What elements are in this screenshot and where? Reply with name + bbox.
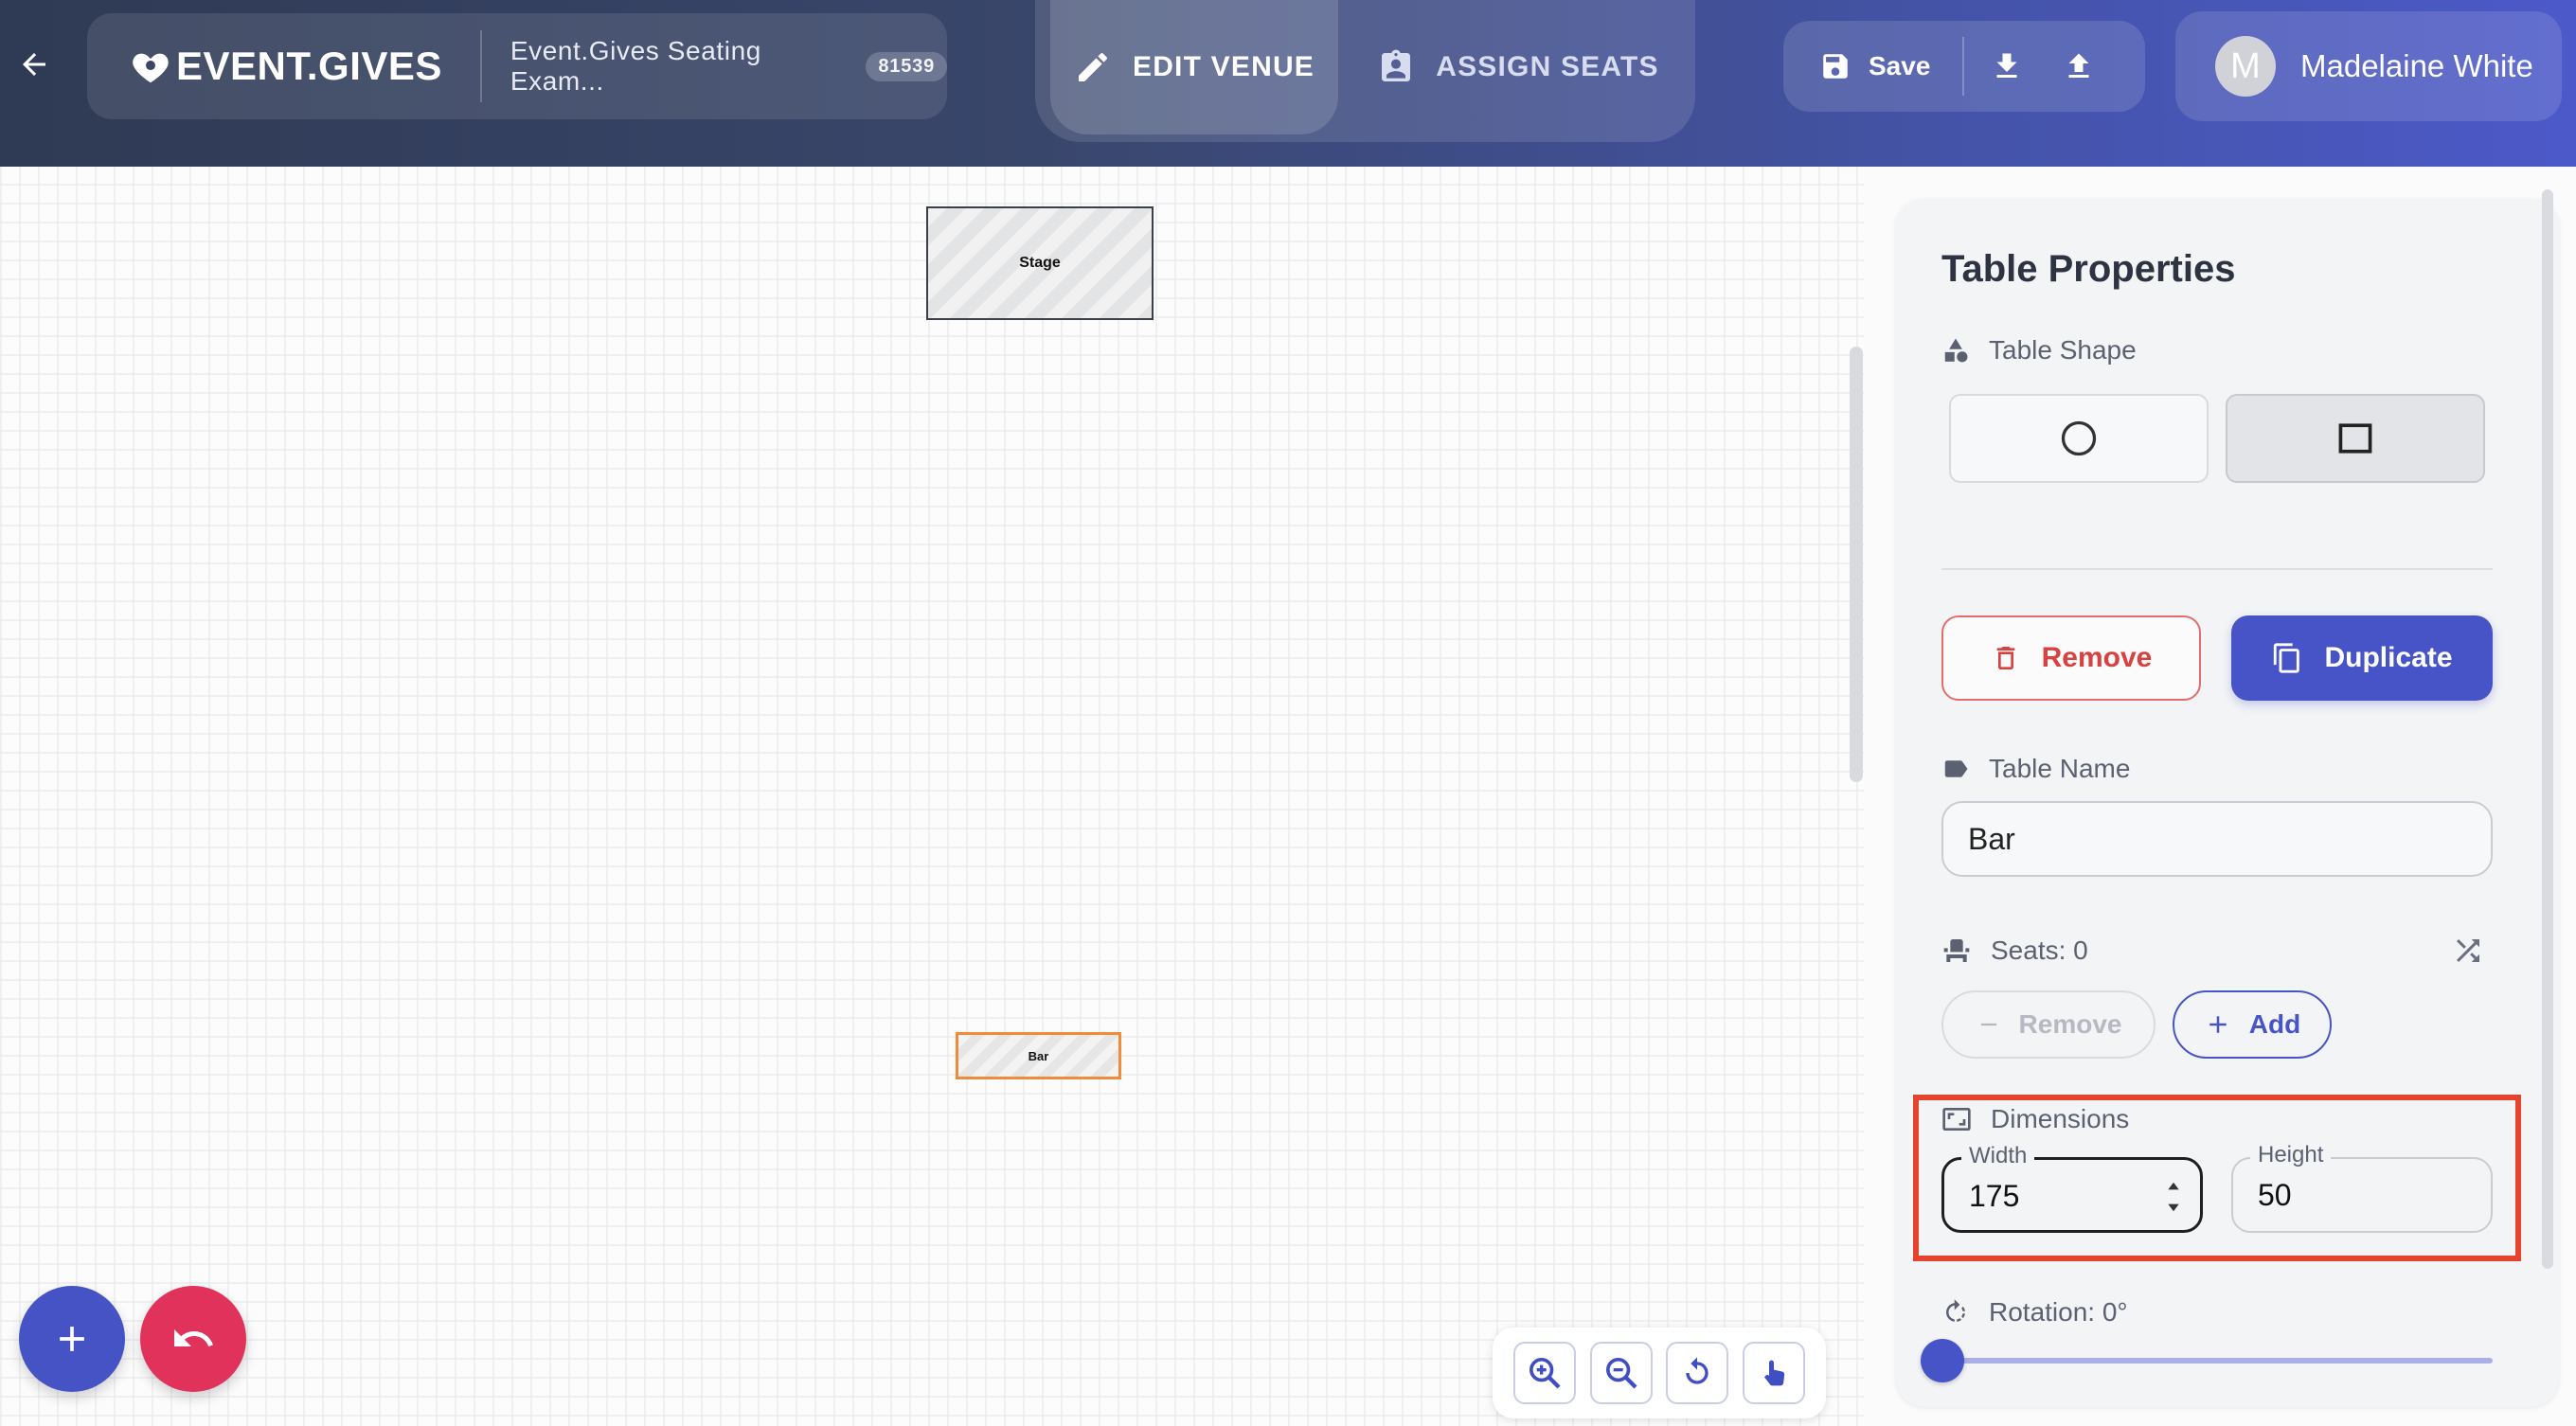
user-menu[interactable]: M Madelaine White: [2175, 11, 2562, 121]
user-name: Madelaine White: [2300, 48, 2533, 83]
height-label: Height: [2250, 1142, 2332, 1168]
back-button[interactable]: [13, 44, 55, 85]
event-id-badge: 81539: [866, 51, 947, 81]
mode-switcher: EDIT VENUE ASSIGN SEATS: [1035, 0, 1695, 142]
divider: [1962, 37, 1965, 96]
floppy-disk-icon: [1823, 54, 1848, 79]
number-spinner-icon[interactable]: [2166, 1179, 2181, 1215]
divider: [479, 30, 482, 102]
save-toolbar: Save: [1783, 21, 2145, 112]
tab-edit-venue[interactable]: EDIT VENUE: [1050, 0, 1338, 134]
save-label: Save: [1869, 51, 1931, 80]
zoom-out-icon: [1605, 1358, 1637, 1389]
table-name-value: Bar: [1968, 821, 2015, 856]
duplicate-label: Duplicate: [2324, 642, 2453, 673]
zoom-toolbar: [1493, 1328, 1826, 1418]
label-tag-icon: [1944, 760, 1968, 777]
top-app-bar: EVENT.GIVES Event.Gives Seating Exam... …: [0, 0, 2576, 167]
stage-element[interactable]: Stage: [926, 206, 1154, 320]
undo-icon: [174, 1329, 213, 1346]
panel-title: Table Properties: [1941, 248, 2236, 290]
zoom-out-button[interactable]: [1589, 1342, 1653, 1404]
table-shape-label: Table Shape: [1989, 335, 2137, 365]
remove-label: Remove: [2041, 642, 2153, 673]
download-icon: [1996, 53, 2017, 78]
refresh-icon: [1686, 1357, 1708, 1384]
remove-seat-label: Remove: [2018, 1009, 2122, 1039]
event-name[interactable]: Event.Gives Seating Exam...: [510, 36, 846, 97]
stage-label: Stage: [1019, 255, 1061, 271]
arrow-left-icon: [23, 53, 45, 76]
event-info-pill: EVENT.GIVES Event.Gives Seating Exam... …: [87, 13, 947, 119]
dimensions-heading: Dimensions: [1941, 1104, 2129, 1134]
brand-logo[interactable]: EVENT.GIVES: [129, 44, 442, 89]
rotation-slider-thumb[interactable]: [1921, 1339, 1964, 1382]
table-name-heading: Table Name: [1941, 754, 2130, 784]
venue-canvas[interactable]: Stage Bar: [0, 167, 1864, 1426]
avatar: M: [2215, 36, 2276, 97]
copy-icon: [2274, 643, 2300, 673]
remove-seat-button[interactable]: Remove: [1941, 990, 2156, 1059]
seats-count: Seats: 0: [1991, 936, 2088, 965]
aspect-ratio-icon: [1942, 1108, 1971, 1131]
width-label: Width: [1961, 1143, 2035, 1169]
table-name-input[interactable]: Bar: [1941, 801, 2493, 877]
add-element-button[interactable]: [19, 1286, 125, 1392]
width-input[interactable]: Width 175: [1941, 1143, 2203, 1233]
rotate-icon: [1946, 1299, 1965, 1322]
add-seat-label: Add: [2248, 1009, 2301, 1039]
shape-round-button[interactable]: [1949, 394, 2209, 483]
chair-icon: [1943, 939, 1970, 962]
upload-icon: [2068, 53, 2089, 78]
reset-view-button[interactable]: [1666, 1342, 1729, 1404]
table-name-label: Table Name: [1989, 754, 2131, 783]
tab-edit-venue-label: EDIT VENUE: [1132, 51, 1315, 82]
square-icon: [2338, 423, 2372, 454]
tab-assign-seats-label: ASSIGN SEATS: [1436, 51, 1659, 82]
canvas-scrollbar[interactable]: [1850, 347, 1863, 782]
save-button[interactable]: Save: [1819, 50, 1930, 82]
table-properties-panel: Table Properties Table Shape Remove Dupl…: [1896, 199, 2559, 1407]
heart-logo-icon: [133, 53, 169, 83]
circle-icon: [2061, 420, 2097, 456]
touch-hand-icon: [1763, 1360, 1784, 1386]
rotation-heading: Rotation: 0°: [1941, 1297, 2128, 1328]
add-seat-button[interactable]: Add: [2173, 990, 2332, 1059]
plus-icon: [60, 1327, 84, 1351]
duplicate-table-button[interactable]: Duplicate: [2231, 615, 2493, 701]
bar-table-selected[interactable]: Bar: [956, 1032, 1121, 1079]
pan-mode-button[interactable]: [1742, 1342, 1805, 1404]
tab-assign-seats[interactable]: ASSIGN SEATS: [1357, 0, 1679, 134]
divider: [1941, 568, 2493, 570]
bar-table-label: Bar: [1028, 1048, 1049, 1063]
shapes-icon: [1944, 338, 1968, 363]
assign-badge-icon: [1382, 49, 1411, 81]
pencil-icon: [1078, 53, 1107, 81]
height-input[interactable]: Height 50: [2231, 1142, 2493, 1233]
height-value: 50: [2258, 1178, 2292, 1212]
rotation-label: Rotation: 0°: [1989, 1297, 2128, 1327]
shuffle-icon: [2457, 939, 2479, 962]
width-value: 175: [1969, 1179, 2020, 1213]
minus-icon: [1980, 1023, 1996, 1026]
upload-button[interactable]: [2055, 43, 2102, 90]
trash-icon: [1996, 647, 2014, 669]
dimensions-label: Dimensions: [1991, 1104, 2130, 1133]
remove-table-button[interactable]: Remove: [1941, 615, 2201, 701]
rotation-slider-track[interactable]: [1941, 1358, 2493, 1364]
zoom-in-button[interactable]: [1513, 1342, 1577, 1404]
shape-rectangle-button[interactable]: [2226, 394, 2485, 483]
table-shape-heading: Table Shape: [1941, 335, 2137, 365]
panel-scrollbar[interactable]: [2542, 189, 2553, 1269]
plus-icon: [2209, 1016, 2227, 1033]
shuffle-seats-button[interactable]: [2451, 934, 2485, 968]
brand-name: EVENT.GIVES: [176, 44, 442, 88]
download-button[interactable]: [1983, 43, 2030, 90]
seats-heading: Seats: 0: [1941, 936, 2088, 966]
zoom-in-icon: [1530, 1358, 1561, 1389]
undo-button[interactable]: [140, 1286, 246, 1392]
